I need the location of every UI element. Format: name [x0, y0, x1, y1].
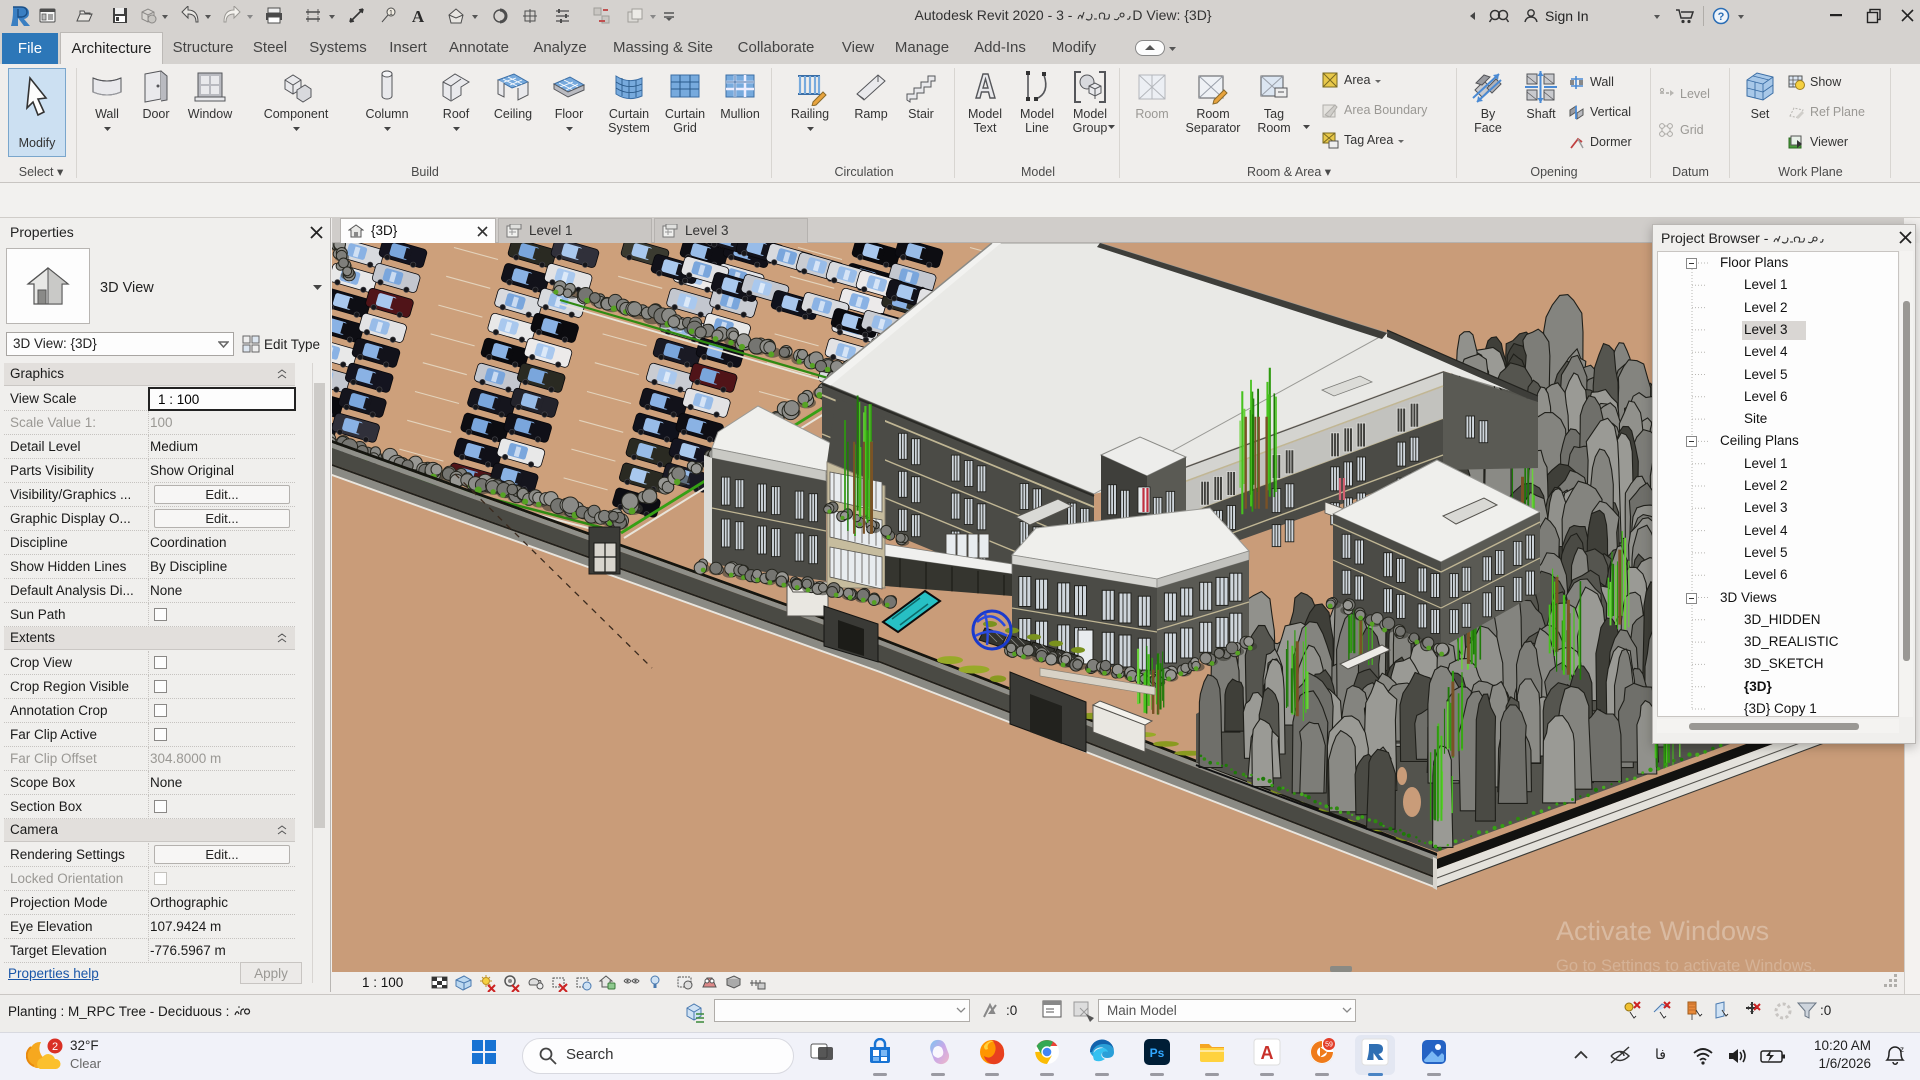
- svg-text:A: A: [1261, 1043, 1274, 1063]
- svg-text:2: 2: [52, 1041, 58, 1053]
- svg-text:59: 59: [1325, 1042, 1333, 1049]
- svg-text:Ps: Ps: [1150, 1046, 1165, 1060]
- svg-text:Activate Windows: Activate Windows: [1556, 916, 1769, 946]
- svg-text:Go to Settings to activate Win: Go to Settings to activate Windows.: [1556, 957, 1816, 972]
- svg-text:z: z: [1900, 1045, 1904, 1054]
